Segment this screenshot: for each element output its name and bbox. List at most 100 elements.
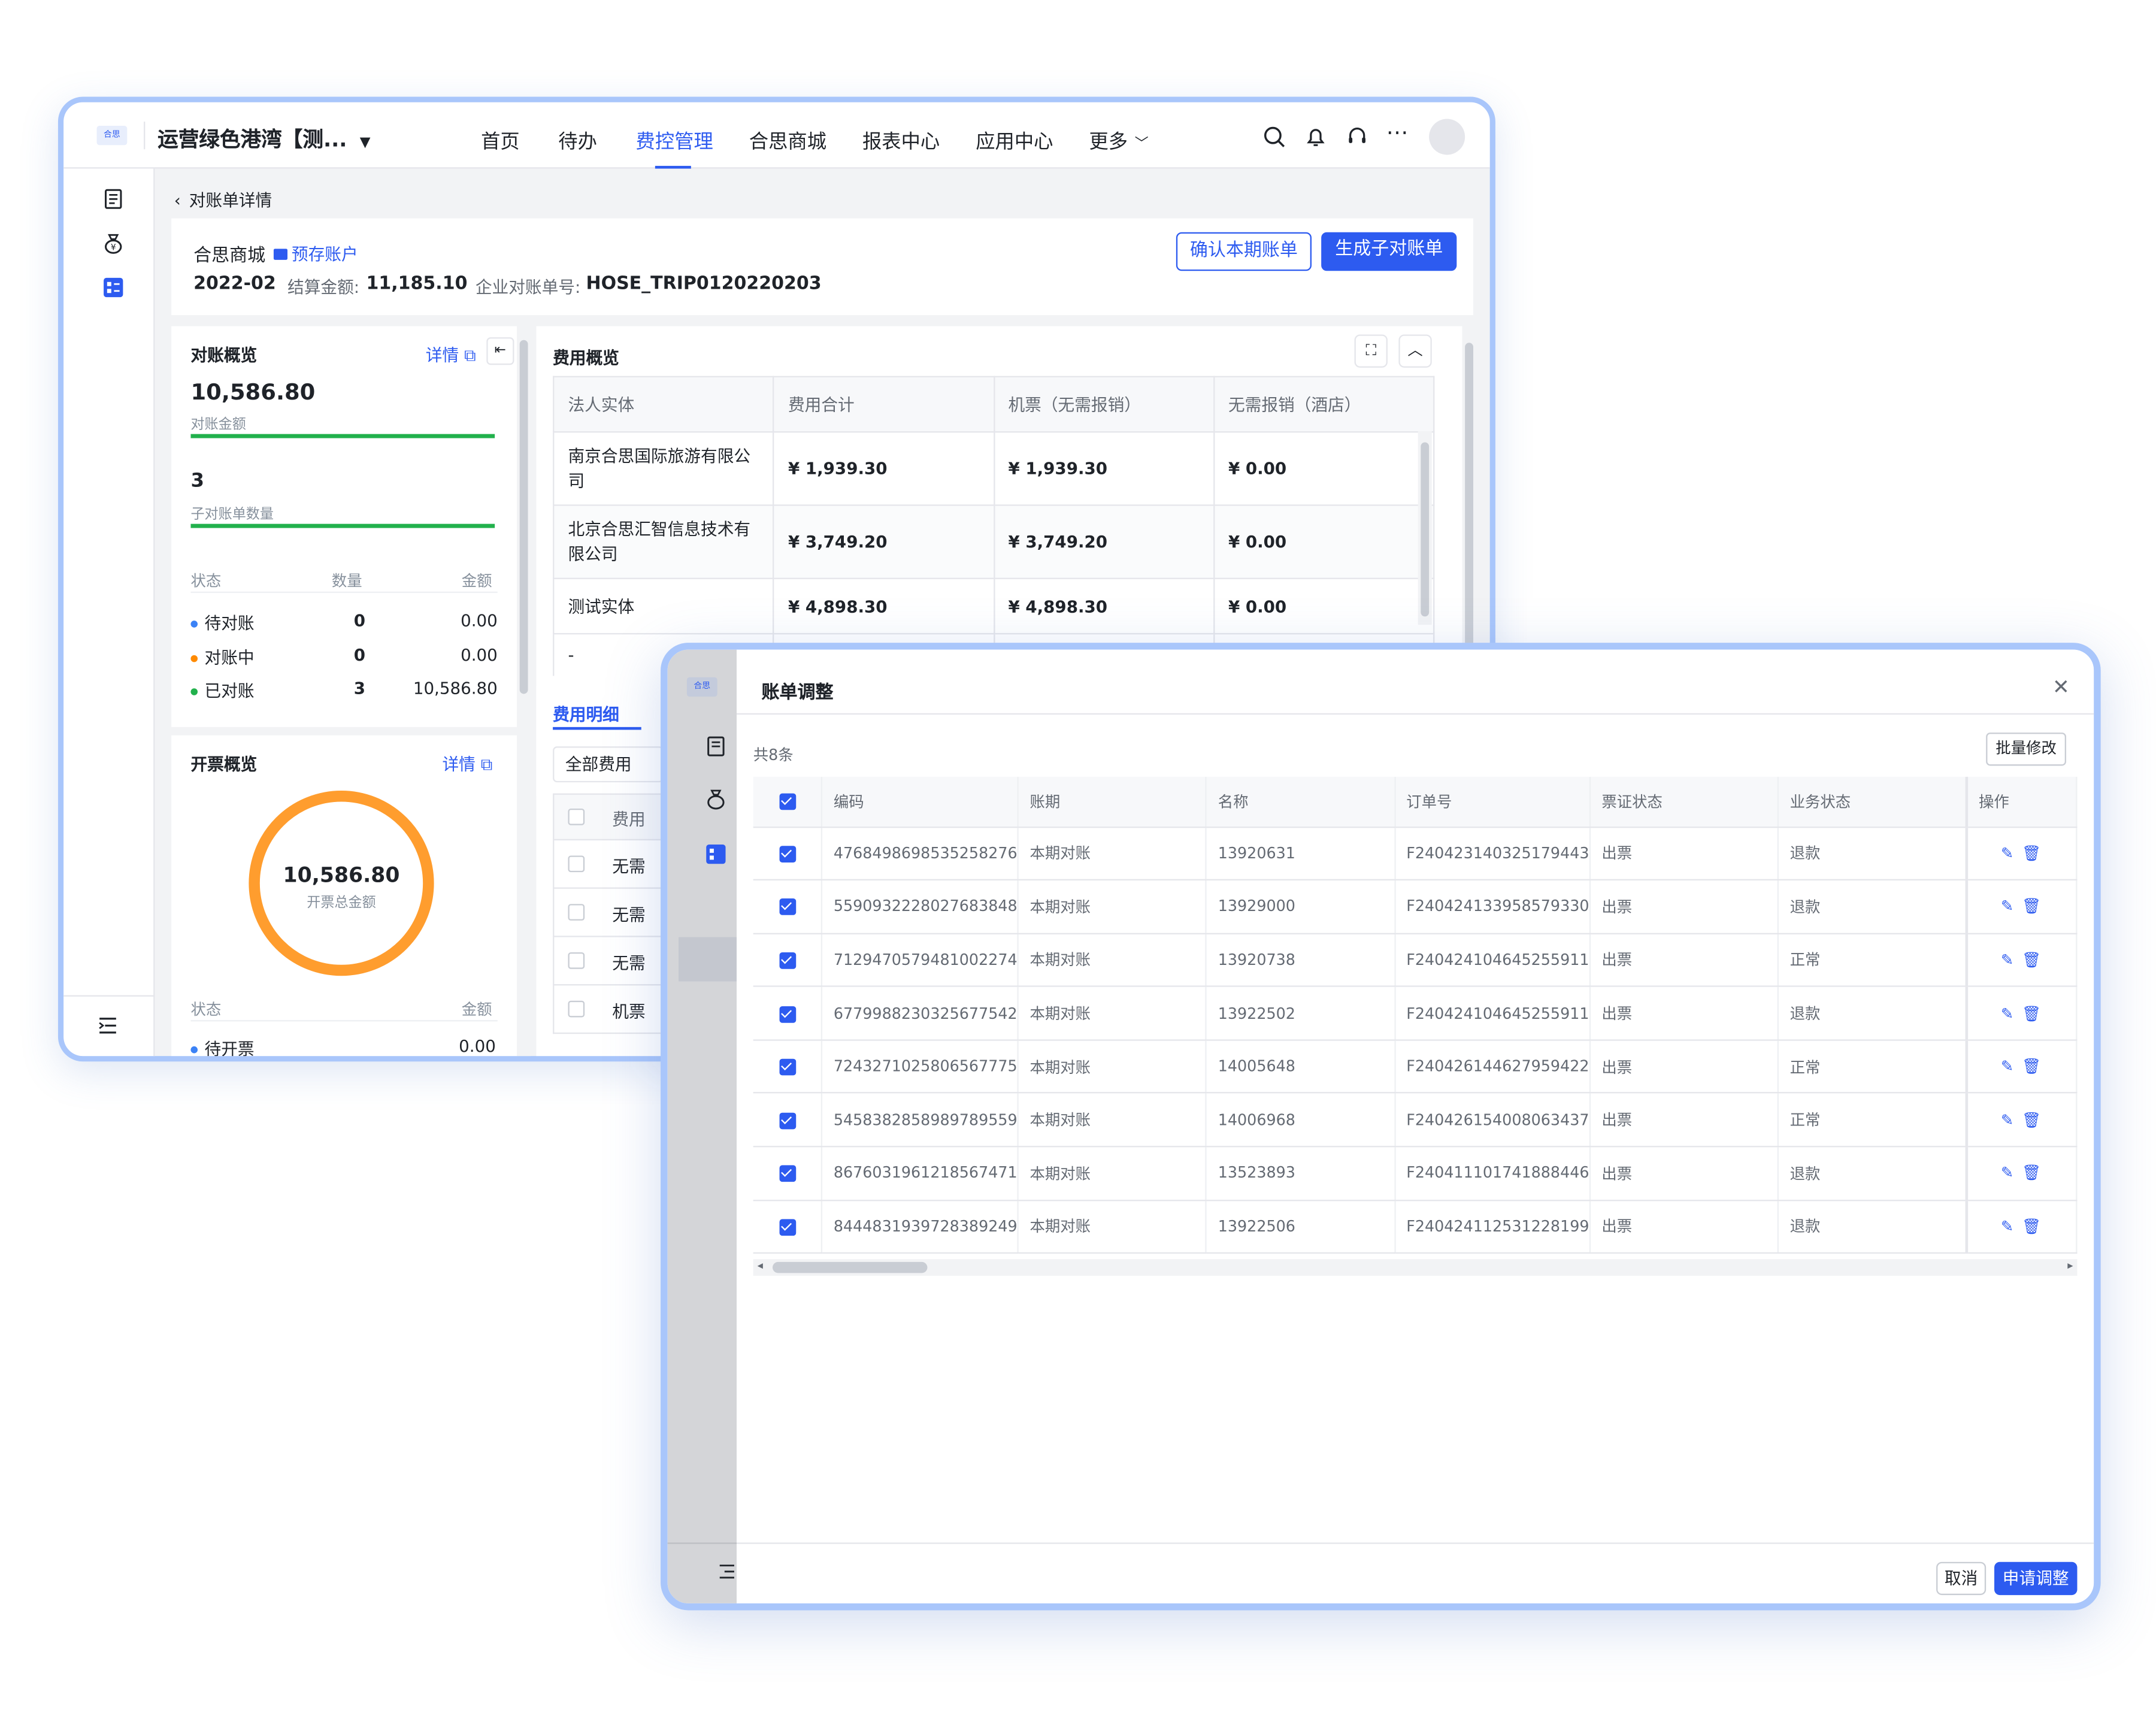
row-checkbox[interactable] — [779, 898, 796, 916]
row-checkbox[interactable] — [779, 1112, 796, 1129]
money-bag-icon[interactable] — [705, 788, 727, 810]
edit-icon[interactable]: ✎ — [2001, 1111, 2013, 1129]
invoice-detail-link[interactable]: 详情 ⧉ — [442, 752, 492, 775]
top-navbar: 合思 运营绿色港湾【测... ▼ 首页 待办 费控管理 合思商城 报表中心 应用… — [63, 102, 1490, 169]
nav-todo[interactable]: 待办 — [558, 127, 597, 155]
cancel-button[interactable]: 取消 — [1936, 1561, 1987, 1596]
business-status-cell: 正常 — [1778, 1093, 1967, 1148]
select-all-checkbox[interactable] — [568, 808, 585, 825]
report-icon[interactable] — [705, 843, 727, 865]
nav-expense-control[interactable]: 费控管理 — [636, 127, 713, 155]
table-col-header: 业务状态 — [1778, 776, 1967, 828]
delete-icon[interactable]: 🗑 — [2022, 845, 2041, 862]
collapse-up-button[interactable]: ︿ — [1398, 334, 1432, 368]
document-icon[interactable] — [705, 736, 727, 758]
prepaid-account-tag[interactable]: 预存账户 — [273, 242, 358, 265]
row-checkbox[interactable] — [568, 1000, 585, 1018]
delete-icon[interactable]: 🗑 — [2022, 1111, 2041, 1129]
nav-more[interactable]: 更多 ﹀ — [1089, 127, 1148, 155]
row-select-cell — [753, 1146, 823, 1201]
tab-expense-detail[interactable]: 费用明细 — [553, 702, 619, 725]
edit-icon[interactable]: ✎ — [2001, 1058, 2013, 1076]
detail-cell: 无需 — [612, 905, 646, 925]
nav-mall[interactable]: 合思商城 — [749, 127, 826, 155]
table-row[interactable]: 8676031961218567471 本期对账 13523893 F24041110… — [753, 1146, 2078, 1201]
ticket-status-cell: 出票 — [1589, 1200, 1779, 1254]
order-no-cell: F240423140325179443 — [1394, 826, 1591, 881]
scroll-left-icon[interactable]: ◂ — [758, 1259, 763, 1272]
recon-overview-card: 对账概览 详情 ⧉ ⇤ 10,586.80 对账金额 3 子对账单数量 状态 数… — [171, 326, 517, 727]
table-row[interactable]: 8444831939728389249 本期对账 13922506 F24042411… — [753, 1200, 2078, 1254]
more-icon[interactable]: ⋯ — [1386, 119, 1410, 145]
table-row[interactable]: 4768498698535258276 本期对账 13920631 F24042314… — [753, 826, 2078, 881]
row-checkbox[interactable] — [568, 952, 585, 969]
nav-apps[interactable]: 应用中心 — [976, 127, 1053, 155]
delete-icon[interactable]: 🗑 — [2022, 1058, 2041, 1076]
delete-icon[interactable]: 🗑 — [2022, 1004, 2041, 1022]
actions-cell: ✎ 🗑 — [1964, 880, 2078, 934]
apply-adjust-button[interactable]: 申请调整 — [1994, 1561, 2078, 1596]
document-icon[interactable] — [102, 188, 125, 210]
avatar[interactable] — [1429, 119, 1465, 155]
nav-reports[interactable]: 报表中心 — [862, 127, 940, 155]
recon-status-row: 对账中 0 0.00 — [190, 645, 498, 670]
row-checkbox[interactable] — [779, 1166, 796, 1182]
table-row[interactable]: 5590932228027683848 本期对账 13929000 F24042413… — [753, 880, 2078, 934]
row-checkbox[interactable] — [568, 855, 585, 873]
nav-home[interactable]: 首页 — [481, 127, 520, 155]
recon-amount: 10,586.80 — [190, 379, 316, 405]
select-all-checkbox[interactable] — [779, 794, 796, 810]
batch-edit-button[interactable]: 批量修改 — [1986, 733, 2066, 766]
table-row[interactable]: 6779988230325677542 本期对账 13922502 F24042410… — [753, 986, 2078, 1041]
generate-sub-bill-button[interactable]: 生成子对账单 — [1321, 232, 1457, 271]
report-icon[interactable] — [102, 277, 125, 299]
edit-icon[interactable]: ✎ — [2001, 898, 2013, 916]
fullscreen-button[interactable]: ⛶ — [1354, 334, 1388, 368]
row-checkbox[interactable] — [779, 845, 796, 862]
row-checkbox[interactable] — [779, 952, 796, 969]
bell-icon[interactable] — [1304, 126, 1327, 148]
scroll-right-icon[interactable]: ▸ — [2067, 1259, 2073, 1272]
table-row[interactable]: 7129470579481002274 本期对账 13920738 F24042410… — [753, 933, 2078, 988]
close-icon[interactable]: ✕ — [2052, 674, 2070, 700]
expense-table-scrollbar[interactable] — [1418, 431, 1432, 625]
workspace-switcher[interactable]: 运营绿色港湾【测... ▼ — [158, 125, 370, 153]
delete-icon[interactable]: 🗑 — [2022, 1218, 2041, 1236]
status-dot — [190, 621, 198, 628]
collapse-menu-icon[interactable] — [97, 1015, 119, 1037]
row-checkbox[interactable] — [779, 1006, 796, 1022]
edit-icon[interactable]: ✎ — [2001, 845, 2013, 862]
delete-icon[interactable]: 🗑 — [2022, 951, 2041, 969]
headset-icon[interactable] — [1346, 126, 1368, 148]
edit-icon[interactable]: ✎ — [2001, 951, 2013, 969]
back-breadcrumb[interactable]: ‹ 对账单详情 — [174, 188, 272, 211]
chevron-left-icon: ‹ — [174, 190, 181, 210]
search-icon[interactable] — [1263, 126, 1285, 148]
edit-icon[interactable]: ✎ — [2001, 1004, 2013, 1022]
table-row[interactable]: 5458382858989789559 本期对账 14006968 F24042615… — [753, 1093, 2078, 1148]
amount-cell: ¥ 0.00 — [1213, 504, 1435, 579]
ticket-status-cell: 出票 — [1589, 933, 1779, 988]
edit-icon[interactable]: ✎ — [2001, 1218, 2013, 1236]
name-cell: 13920738 — [1206, 933, 1395, 988]
left-scrollbar[interactable] — [517, 326, 531, 1057]
table-row[interactable]: 7243271025806567775 本期对账 14005648 F24042614… — [753, 1040, 2078, 1094]
row-checkbox[interactable] — [779, 1219, 796, 1236]
recon-detail-link[interactable]: 详情 ⧉ — [426, 343, 476, 366]
delete-icon[interactable]: 🗑 — [2022, 1164, 2041, 1182]
delete-icon[interactable]: 🗑 — [2022, 898, 2041, 916]
collapse-menu-icon[interactable] — [717, 1562, 737, 1581]
detail-link-label: 详情 — [442, 754, 476, 774]
expense-filter-select[interactable]: 全部费用 — [553, 746, 664, 783]
confirm-bill-button[interactable]: 确认本期账单 — [1176, 232, 1312, 271]
table-hscrollbar[interactable]: ◂ ▸ — [753, 1259, 2078, 1276]
sub-bill-progress — [190, 523, 495, 528]
row-checkbox[interactable] — [779, 1059, 796, 1076]
amount-cell: ¥ 0.00 — [1213, 431, 1435, 506]
money-bag-icon[interactable]: ¥ — [102, 232, 125, 255]
panel-collapse-button[interactable]: ⇤ — [486, 337, 514, 365]
row-checkbox[interactable] — [568, 904, 585, 921]
ticket-status-cell: 出票 — [1589, 986, 1779, 1041]
detail-col-header: 费用 — [612, 810, 646, 830]
edit-icon[interactable]: ✎ — [2001, 1164, 2013, 1182]
